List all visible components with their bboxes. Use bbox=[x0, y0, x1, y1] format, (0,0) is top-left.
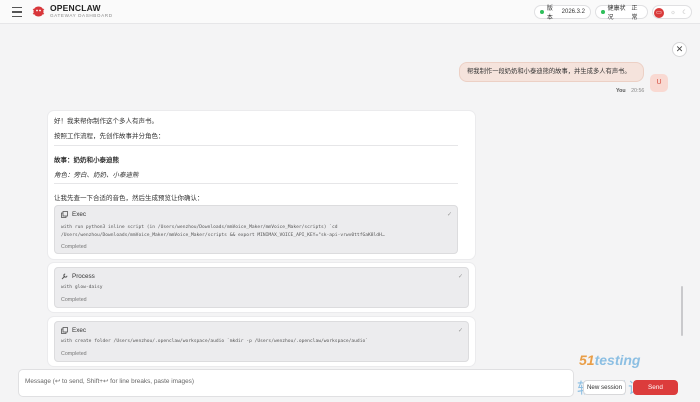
status-dot-icon bbox=[540, 10, 544, 14]
copy-icon bbox=[61, 211, 68, 218]
version-value: 2026.3.2 bbox=[561, 9, 585, 15]
menu-icon[interactable] bbox=[12, 7, 22, 17]
tool-name: Exec bbox=[72, 211, 86, 218]
version-badge: 版本 2026.3.2 bbox=[534, 5, 591, 21]
tool-detail: /Users/wenzhou/Downloads/mmVoice_Maker/m… bbox=[61, 233, 385, 238]
check-icon: ✓ bbox=[458, 274, 464, 280]
wrench-icon bbox=[61, 273, 68, 280]
dark-theme-icon[interactable]: ☾ bbox=[680, 8, 690, 18]
user-message-meta: You 20:56 bbox=[616, 88, 644, 94]
status-dot-icon bbox=[601, 10, 605, 14]
tool-title: Exec bbox=[61, 327, 86, 334]
message-author: You bbox=[616, 88, 626, 94]
health-badge: 健康状况 正常 bbox=[595, 5, 648, 21]
scrollbar-thumb[interactable] bbox=[681, 286, 683, 336]
tool-detail: with glow-daisy bbox=[61, 285, 103, 290]
system-theme-icon[interactable]: ▭ bbox=[654, 8, 664, 18]
assistant-text: 好！我来帮你制作这个多人有声书。 bbox=[54, 118, 158, 125]
close-icon[interactable]: ✕ bbox=[672, 42, 687, 57]
brand-name: OPENCLAW bbox=[50, 3, 101, 13]
message-composer[interactable] bbox=[18, 369, 574, 397]
tool-detail: with create folder /Users/wenzhou/.openc… bbox=[61, 339, 368, 344]
brand: OPENCLAW GATEWAY DASHBOARD bbox=[50, 4, 113, 19]
user-avatar: U bbox=[650, 74, 668, 92]
tool-name: Exec bbox=[72, 327, 86, 334]
openclaw-logo bbox=[32, 6, 45, 17]
brand-subtitle: GATEWAY DASHBOARD bbox=[50, 13, 113, 18]
send-button[interactable]: Send bbox=[633, 380, 678, 395]
story-roles: 角色：旁白、奶奶、小泰迪熊 bbox=[54, 172, 139, 179]
theme-switcher: ▭ ☼ ☾ bbox=[652, 5, 692, 19]
copy-icon bbox=[61, 327, 68, 334]
watermark-text: 51testing bbox=[579, 352, 641, 368]
top-bar: OPENCLAW GATEWAY DASHBOARD 版本 2026.3.2 健… bbox=[0, 0, 700, 24]
story-title: 故事：奶奶和小泰迪熊 bbox=[54, 157, 119, 164]
tool-status: Completed bbox=[61, 351, 87, 357]
health-label: 健康状况 bbox=[607, 6, 626, 21]
tool-call-exec[interactable]: Exec ✓ with run python3 inline script (i… bbox=[54, 205, 458, 254]
health-value: 正常 bbox=[631, 6, 638, 21]
tool-status: Completed bbox=[61, 297, 87, 303]
version-label: 版本 bbox=[546, 6, 553, 21]
light-theme-icon[interactable]: ☼ bbox=[668, 8, 678, 18]
tool-name: Process bbox=[72, 273, 95, 280]
tool-call-process[interactable]: Process ✓ with glow-daisy Completed bbox=[54, 267, 469, 308]
user-message-bubble: 帮我制作一段奶奶和小泰迪熊的故事，并生成多人有声书。 bbox=[459, 62, 644, 82]
tool-status: Completed bbox=[61, 244, 87, 250]
tool-title: Exec bbox=[61, 211, 86, 218]
divider bbox=[54, 145, 458, 146]
message-time: 20:56 bbox=[631, 88, 645, 94]
new-session-button[interactable]: New session bbox=[583, 380, 626, 395]
assistant-text: 让我先查一下合适的音色，然后生成预览让你确认： bbox=[54, 195, 204, 202]
assistant-text: 按照工作流程，先创作故事并分角色： bbox=[54, 133, 165, 140]
message-input[interactable] bbox=[25, 374, 565, 388]
tool-call-exec[interactable]: Exec ✓ with create folder /Users/wenzhou… bbox=[54, 321, 469, 362]
check-icon: ✓ bbox=[447, 212, 453, 218]
tool-title: Process bbox=[61, 273, 95, 280]
divider bbox=[54, 183, 458, 184]
check-icon: ✓ bbox=[458, 328, 464, 334]
